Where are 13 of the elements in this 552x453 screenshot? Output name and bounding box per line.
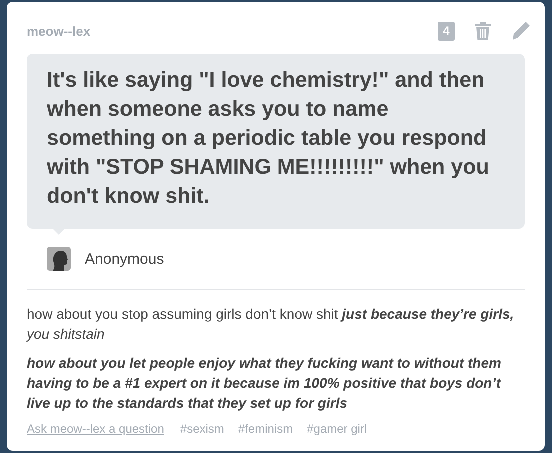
answer-paragraph: how about you let people enjoy what they fucking want to without them having to be a #1 expert on it because im 100% positive that boys don’t live up to the standards that they set up for girls — [27, 354, 502, 413]
tag-link[interactable]: #sexism — [180, 422, 224, 436]
pencil-icon[interactable] — [511, 21, 531, 41]
tag-link[interactable]: #feminism — [238, 422, 294, 436]
blog-name[interactable]: meow--lex — [27, 24, 91, 38]
ask-link[interactable]: Ask meow--lex a question — [27, 422, 164, 436]
tag-link[interactable]: #gamer girl — [307, 422, 368, 436]
notes-count[interactable]: 4 — [438, 22, 455, 40]
answer-paragraph: how about you stop assuming girls don’t know shit just because they’re girls, you shitstain — [27, 305, 516, 344]
avatar-icon — [47, 247, 71, 271]
trash-icon[interactable] — [474, 21, 492, 41]
question-text: It's like saying "I love chemistry!" and then when someone asks you to name something on a periodic table you respond with "STOP SHAMING ME!!!!!!!!!" when you don't know shit. — [47, 67, 490, 210]
asker-name: Anonymous — [85, 250, 164, 268]
